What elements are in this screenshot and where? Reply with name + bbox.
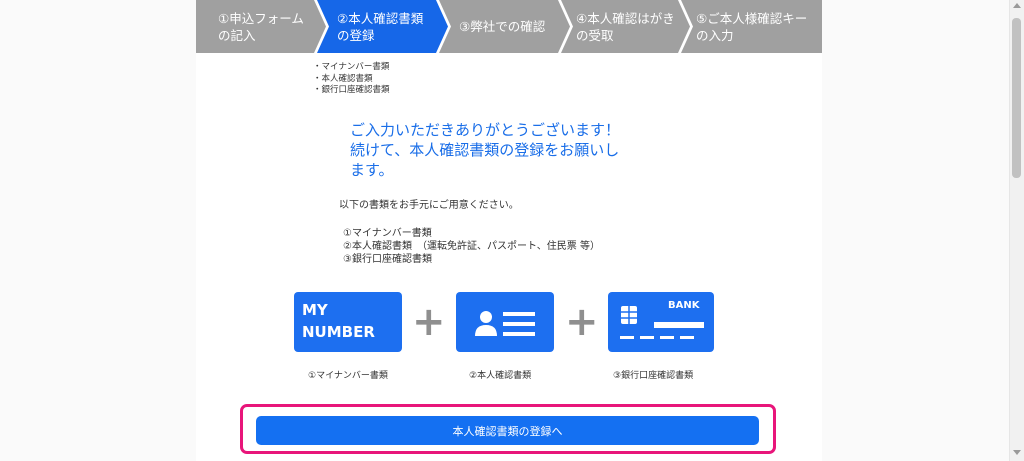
thank-you-heading: ご入力いただきありがとうございます！ 続けて、本人確認書類の登録をお願いし ます… <box>350 121 621 179</box>
plus-icon: + <box>565 299 599 345</box>
step-5: ⑤ご本人様確認キー の入力 <box>696 0 820 53</box>
id-card-graphic <box>475 311 535 336</box>
step-3: ③弊社での確認 <box>459 0 559 53</box>
scrollbar-thumb[interactable] <box>1012 18 1021 178</box>
step-1: ①申込フォーム の記入 <box>218 0 318 53</box>
step-2-doc-item: ・本人確認書類 <box>313 73 373 84</box>
my-number-text-line1: MY <box>302 301 328 319</box>
id-line-1 <box>503 312 535 316</box>
card-dash <box>660 336 674 339</box>
my-number-card-icon: MY NUMBER <box>294 292 402 352</box>
intro-text: 以下の書類をお手元にご用意ください。 <box>339 200 519 211</box>
id-line-2 <box>503 322 535 326</box>
card-dash <box>640 336 654 339</box>
step-2-doc-item: ・マイナンバー書類 <box>313 62 390 72</box>
card-dash <box>680 336 694 339</box>
my-number-text-line2: NUMBER <box>302 323 375 341</box>
page-margin-left <box>0 0 196 461</box>
card-label-id: ②本人確認書類 <box>469 371 532 381</box>
register-id-docs-button[interactable]: 本人確認書類の登録へ <box>256 416 759 445</box>
person-body <box>475 325 497 336</box>
scroll-up-arrow-icon[interactable] <box>1013 3 1021 8</box>
step-2-doc-list: ・マイナンバー書類 ・本人確認書類 ・銀行口座確認書類 <box>313 62 390 97</box>
id-card-icon <box>456 292 554 352</box>
step-5-label: ⑤ご本人様確認キー の入力 <box>696 10 808 43</box>
required-doc-item: ②本人確認書類 （運転免許証、パスポート、住民票 等） <box>343 241 600 252</box>
progress-steps: ①申込フォーム の記入 ②本人確認書類 の登録 ③弊社での確認 ④本人確認はがき… <box>196 0 822 53</box>
step-1-label: ①申込フォーム の記入 <box>218 10 304 43</box>
step-2: ②本人確認書類 の登録 <box>337 0 442 53</box>
step-2-doc-item: ・銀行口座確認書類 <box>313 85 390 95</box>
step-4: ④本人確認はがき の受取 <box>576 0 681 53</box>
bank-card-graphic <box>620 306 704 339</box>
bank-card-icon: BANK <box>608 292 714 352</box>
card-dash <box>620 336 634 339</box>
person-head <box>480 311 492 323</box>
step-2-label: ②本人確認書類 の登録 <box>337 10 424 43</box>
required-doc-item: ③銀行口座確認書類 <box>343 254 432 265</box>
card-label-my-number: ①マイナンバー書類 <box>308 371 388 381</box>
plus-icon: + <box>412 299 446 345</box>
id-line-3 <box>503 332 535 336</box>
step-4-label: ④本人確認はがき の受取 <box>576 10 675 43</box>
card-label-bank: ③銀行口座確認書類 <box>613 371 694 381</box>
required-docs-list: ①マイナンバー書類 ②本人確認書類 （運転免許証、パスポート、住民票 等） ③銀… <box>343 227 600 266</box>
step-3-label: ③弊社での確認 <box>459 19 546 34</box>
card-stripe <box>654 322 704 328</box>
page-margin-right <box>822 0 1009 461</box>
scroll-down-arrow-icon[interactable] <box>1013 450 1021 455</box>
required-doc-item: ①マイナンバー書類 <box>343 228 432 239</box>
